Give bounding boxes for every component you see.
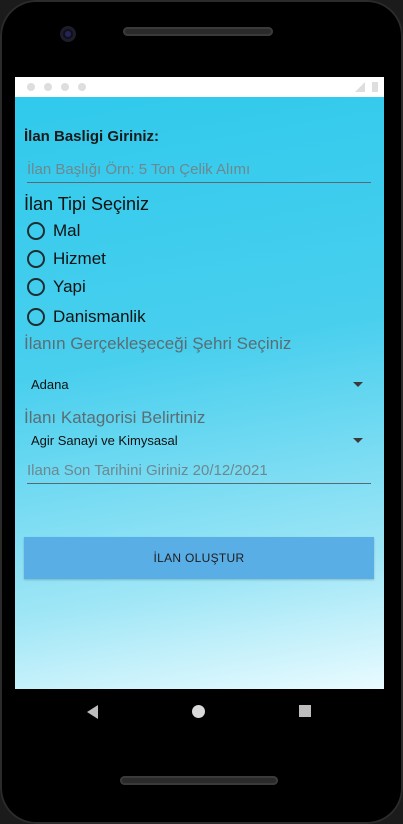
recent-apps-icon[interactable] <box>299 705 311 717</box>
phone-frame: İlan Basligi Giriniz: İlan Tipi Seçiniz … <box>0 0 403 824</box>
radio-button-icon[interactable] <box>27 278 45 296</box>
radio-label: Yapi <box>53 277 86 296</box>
end-date-input[interactable] <box>27 462 371 483</box>
android-nav-bar <box>15 689 384 735</box>
radio-button-icon[interactable] <box>27 250 45 268</box>
radio-label: Danismanlik <box>53 307 146 326</box>
radio-option-yapi[interactable]: Yapi <box>27 275 86 299</box>
radio-label: Hizmet <box>53 249 106 268</box>
notification-icon <box>27 83 35 92</box>
city-label: İlanın Gerçekleşeceği Şehri Seçiniz <box>24 334 292 353</box>
bottom-speaker <box>120 776 278 785</box>
date-field-container <box>27 462 371 484</box>
dropdown-caret-icon[interactable] <box>353 437 363 443</box>
app-screen: İlan Basligi Giriniz: İlan Tipi Seçiniz … <box>15 77 384 689</box>
radio-option-mal[interactable]: Mal <box>27 219 80 243</box>
create-listing-button[interactable]: İLAN OLUŞTUR <box>24 537 374 579</box>
title-field-container <box>27 161 371 183</box>
home-icon[interactable] <box>192 705 205 718</box>
front-camera <box>60 26 76 42</box>
notification-icon <box>61 83 70 92</box>
battery-icon <box>372 82 378 93</box>
back-icon[interactable] <box>87 705 98 719</box>
radio-button-icon[interactable] <box>27 222 45 240</box>
status-icons-right <box>354 81 378 93</box>
radio-option-danismanlik[interactable]: Danismanlik <box>27 305 146 329</box>
radio-button-icon[interactable] <box>27 308 45 326</box>
title-input[interactable] <box>27 161 371 182</box>
top-speaker <box>123 27 273 36</box>
radio-label: Mal <box>53 221 81 240</box>
title-label: İlan Basligi Giriniz: <box>24 128 160 145</box>
status-icons-left <box>21 81 87 93</box>
city-dropdown[interactable]: Adana <box>27 372 371 396</box>
notification-icon <box>44 83 53 92</box>
signal-icon <box>354 82 365 93</box>
city-selected-value: Adana <box>31 376 69 392</box>
category-label: İlanı Katagorisi Belirtiniz <box>24 408 206 427</box>
dropdown-caret-icon[interactable] <box>353 381 363 387</box>
category-selected-value: Agir Sanayi ve Kimysasal <box>31 432 178 448</box>
category-dropdown[interactable]: Agir Sanayi ve Kimysasal <box>27 428 371 452</box>
notification-icon <box>78 83 87 92</box>
status-bar <box>15 77 384 97</box>
type-label: İlan Tipi Seçiniz <box>24 194 150 214</box>
radio-option-hizmet[interactable]: Hizmet <box>27 247 106 271</box>
